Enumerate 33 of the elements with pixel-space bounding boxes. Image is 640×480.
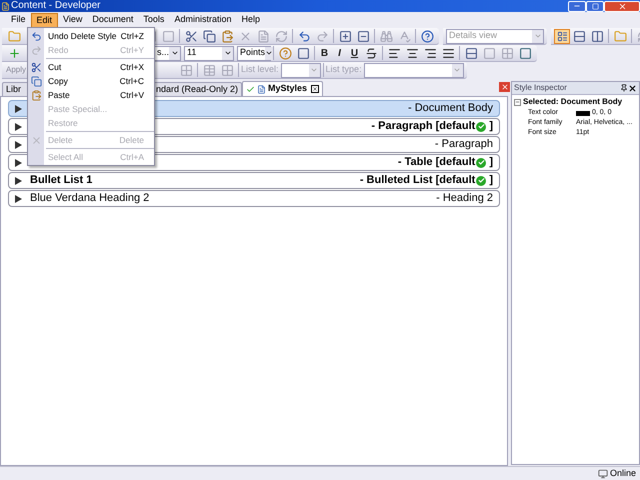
status-text: Online: [610, 466, 636, 480]
style-type: ]: [489, 155, 493, 170]
menu-entry[interactable]: Cut Ctrl+X: [28, 60, 154, 74]
format-button[interactable]: U: [347, 46, 362, 60]
style-type: - Paragraph: [434, 137, 493, 152]
style-type: - Bulleted List [default: [360, 173, 476, 188]
style-type: - Document Body: [408, 101, 493, 116]
panel-title: Style Inspector: [514, 82, 567, 94]
style-type: ]: [489, 173, 493, 188]
menu-item[interactable]: Help: [236, 12, 265, 28]
style-name: Blue Verdana Heading 2: [30, 191, 150, 206]
menu-item[interactable]: View: [58, 12, 88, 28]
style-type: - Heading 2: [436, 191, 493, 206]
menu-item[interactable]: Document: [87, 12, 138, 28]
section-title: Selected: Document Body: [523, 96, 622, 108]
format-button[interactable]: B: [317, 46, 332, 60]
window-title: Content - Developer: [11, 1, 100, 11]
style-row[interactable]: Blue Verdana Heading 2 - Heading 2: [8, 190, 500, 207]
menu-item[interactable]: File: [6, 12, 31, 28]
menu-item[interactable]: Administration: [169, 12, 236, 28]
style-type: - Paragraph [default: [371, 119, 476, 134]
unit-dropdown[interactable]: Points: [237, 46, 271, 60]
menu-item[interactable]: Edit: [30, 12, 58, 28]
menu-item[interactable]: Tools: [138, 12, 170, 28]
tab[interactable]: MyStyles: [242, 81, 324, 96]
style-type: - Table [default: [398, 155, 476, 170]
style-type: ]: [489, 119, 493, 134]
format-button[interactable]: I: [332, 46, 347, 60]
style-name: Bullet List 1: [30, 173, 92, 188]
font-size-dropdown[interactable]: 11: [184, 46, 234, 60]
list-type-label: List type:: [326, 63, 362, 76]
list-level-label: List level:: [241, 63, 279, 76]
style-row[interactable]: Bullet List 1 - Bulleted List [default ]: [8, 172, 500, 189]
